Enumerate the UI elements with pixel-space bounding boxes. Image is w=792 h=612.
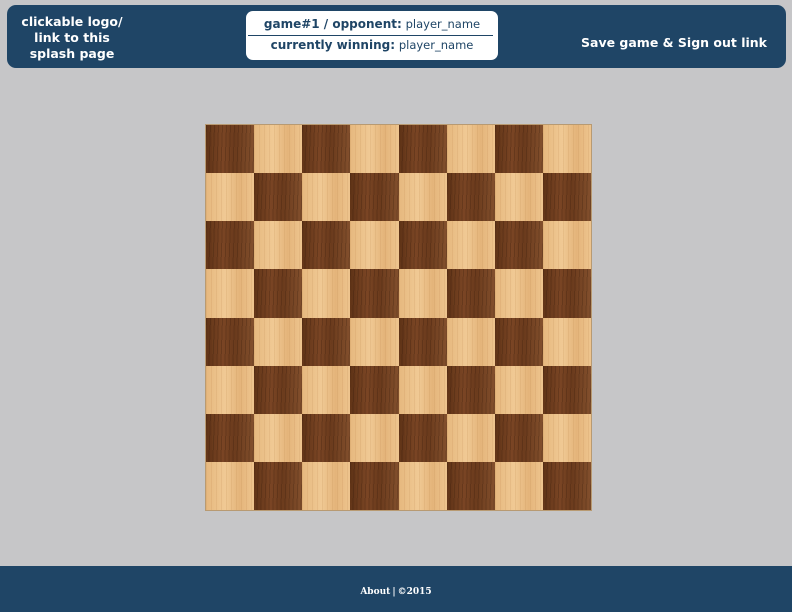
currently-winning-label: currently winning: — [270, 38, 395, 52]
copyright-text: ©2015 — [397, 587, 432, 597]
board-square[interactable] — [350, 173, 399, 222]
about-link[interactable]: About — [360, 587, 390, 597]
board-square[interactable] — [206, 317, 255, 366]
board-square[interactable] — [206, 221, 255, 270]
board-square[interactable] — [446, 125, 495, 174]
board-square[interactable] — [494, 269, 543, 318]
board-square[interactable] — [542, 413, 591, 462]
currently-winning-row: currently winning: player_name — [246, 38, 498, 52]
board-square[interactable] — [542, 365, 591, 414]
board-square[interactable] — [398, 413, 447, 462]
board-square[interactable] — [254, 125, 303, 174]
board-square[interactable] — [398, 221, 447, 270]
board-square[interactable] — [302, 269, 351, 318]
board-square[interactable] — [254, 173, 303, 222]
board-square[interactable] — [206, 269, 255, 318]
board-square[interactable] — [398, 269, 447, 318]
board-square[interactable] — [494, 365, 543, 414]
opponent-name: player_name — [405, 17, 481, 31]
board-square[interactable] — [494, 221, 543, 270]
board-square[interactable] — [398, 365, 447, 414]
board-square[interactable] — [350, 317, 399, 366]
board-square[interactable] — [446, 461, 495, 510]
board-square[interactable] — [350, 413, 399, 462]
board-square[interactable] — [350, 221, 399, 270]
logo-link-line-1: clickable logo/ — [21, 14, 123, 29]
footer-content: About | ©2015 — [0, 587, 792, 597]
board-square[interactable] — [254, 413, 303, 462]
board-square[interactable] — [446, 221, 495, 270]
board-square[interactable] — [398, 461, 447, 510]
board-square[interactable] — [542, 461, 591, 510]
board-square[interactable] — [350, 125, 399, 174]
board-square[interactable] — [206, 173, 255, 222]
board-square[interactable] — [254, 317, 303, 366]
info-divider — [248, 35, 493, 36]
board-square[interactable] — [494, 413, 543, 462]
board-square[interactable] — [254, 365, 303, 414]
save-signout-link[interactable]: Save game & Sign out link — [581, 35, 767, 50]
board-square[interactable] — [446, 269, 495, 318]
board-square[interactable] — [542, 269, 591, 318]
game-opponent-label: game#1 / opponent: — [263, 17, 402, 31]
board-square[interactable] — [398, 173, 447, 222]
board-square[interactable] — [494, 125, 543, 174]
board-square[interactable] — [302, 317, 351, 366]
board-square[interactable] — [254, 269, 303, 318]
board-square[interactable] — [494, 173, 543, 222]
board-square[interactable] — [302, 461, 351, 510]
logo-link-line-3: splash page — [29, 46, 115, 61]
board-square[interactable] — [206, 461, 255, 510]
board-square[interactable] — [542, 317, 591, 366]
board-square[interactable] — [494, 317, 543, 366]
footer-bar: About | ©2015 — [0, 566, 792, 612]
board-square[interactable] — [350, 461, 399, 510]
board-square[interactable] — [206, 125, 255, 174]
board-square[interactable] — [398, 125, 447, 174]
game-info-panel: game#1 / opponent: player_name currently… — [246, 11, 498, 60]
board-square[interactable] — [254, 461, 303, 510]
chess-board[interactable] — [206, 125, 591, 510]
board-square[interactable] — [542, 125, 591, 174]
board-square[interactable] — [350, 269, 399, 318]
game-opponent-row: game#1 / opponent: player_name — [246, 17, 498, 31]
board-square[interactable] — [302, 413, 351, 462]
logo-link-line-2: link to this — [34, 30, 110, 45]
board-square[interactable] — [302, 221, 351, 270]
logo-link[interactable]: clickable logo/ link to this splash page — [15, 14, 129, 62]
board-square[interactable] — [446, 317, 495, 366]
board-square[interactable] — [350, 365, 399, 414]
board-square[interactable] — [206, 413, 255, 462]
board-square[interactable] — [542, 173, 591, 222]
board-square[interactable] — [494, 461, 543, 510]
board-square[interactable] — [446, 413, 495, 462]
winning-player-name: player_name — [398, 38, 474, 52]
board-square[interactable] — [542, 221, 591, 270]
board-square[interactable] — [302, 365, 351, 414]
board-square[interactable] — [302, 125, 351, 174]
header-bar: clickable logo/ link to this splash page… — [7, 5, 786, 68]
board-square[interactable] — [446, 365, 495, 414]
board-square[interactable] — [206, 365, 255, 414]
board-square[interactable] — [398, 317, 447, 366]
board-square[interactable] — [302, 173, 351, 222]
board-square[interactable] — [446, 173, 495, 222]
footer-separator: | — [392, 587, 396, 597]
board-square[interactable] — [254, 221, 303, 270]
